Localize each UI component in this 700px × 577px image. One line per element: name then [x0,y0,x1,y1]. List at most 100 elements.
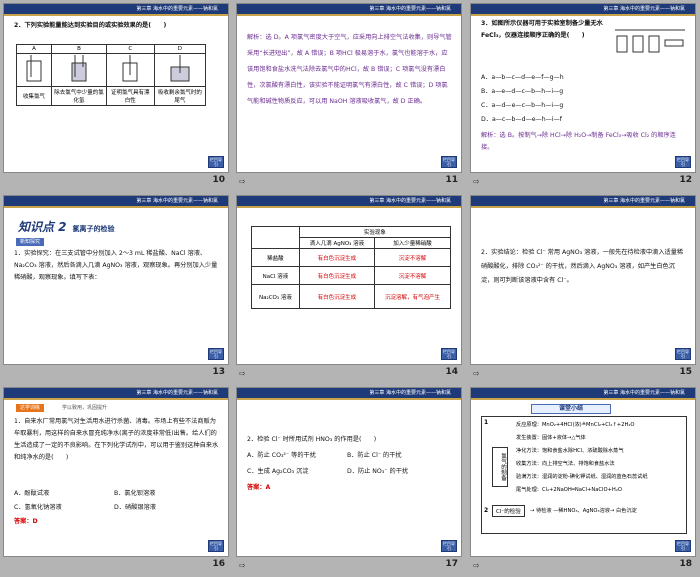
option-b: B．氯化钡溶液 [114,490,156,497]
summary-line: 反应原理：MnO₂+4HCl(浓)≜MnCl₂+Cl₂↑+2H₂O [516,422,635,428]
answer-text: 答案：A [247,484,271,491]
slide-12[interactable]: 第三章 海水中的重要元素——钠和氯 3．如图所示仪器可用于实验室制备少量无水 F… [467,0,700,192]
table-cell: 有白色沉淀生成 [298,284,376,309]
slide-header: 第三章 海水中的重要元素——钠和氯 [4,196,228,208]
answer-text: 解析：选 B。按制气→除 HCl→除 H₂O→制备 FeCl₃→吸收 Cl₂ 的… [481,132,676,151]
slide-content: 第三章 海水中的重要元素——钠和氯 2．检验 Cl⁻ 时所用试剂 HNO₃ 的作… [236,387,462,557]
section-tag: 达学训练 [16,404,45,412]
slide-number: 13 [212,367,225,377]
summary-box: 1 氯气的制备 反应原理：MnO₂+4HCl(浓)≜MnCl₂+Cl₂↑+2H₂… [481,416,687,534]
slide-17[interactable]: 第三章 海水中的重要元素——钠和氯 2．检验 Cl⁻ 时所用试剂 HNO₃ 的作… [233,384,466,576]
row-label: NaCl 溶液 [251,266,300,285]
nav-button[interactable]: 栏目导引 [208,156,224,168]
table-subheader: 加入少量稀硝酸 [374,237,451,249]
slide-grid: 第三章 海水中的重要元素——钠和氯 2．下列实验能量能达到实验目的或实验效果的是… [0,0,700,577]
link-icon[interactable]: ⇨ [473,561,480,570]
apparatus-label: 吸收剩余氯气时的尾气 [153,86,207,106]
slide-11[interactable]: 第三章 海水中的重要元素——钠和氯 解析：选 D。A 项氯气密度大于空气，应采用… [233,0,466,192]
nav-button[interactable]: 栏目导引 [441,540,457,552]
apparatus-label: 除去氯气中少量的氯化氢 [51,86,107,106]
answer-text: 答案：D [14,518,38,525]
nav-button[interactable]: 栏目导引 [208,540,224,552]
nav-button[interactable]: 栏目导引 [675,348,691,360]
link-icon[interactable]: ⇨ [239,561,246,570]
row-label: Na₂CO₃ 溶液 [251,284,300,309]
slide-13[interactable]: 第三章 海水中的重要元素——钠和氯 知识点 2 氯离子的检验 新知探究 1．实验探… [0,192,233,384]
slide-14[interactable]: 第三章 海水中的重要元素——钠和氯 实验现象 滴入几滴 AgNO₃ 溶液 加入少量… [233,192,466,384]
summary-line: 收集方法：向上排空气法、排饱和食盐水法 [516,461,615,467]
item-number: 2 [484,507,489,514]
option-d: D．防止 NO₃⁻ 的干扰 [347,468,409,475]
option-d: D．a—c—b—d—e—h—i—f [481,116,562,123]
nav-button[interactable]: 栏目导引 [441,156,457,168]
apparatus-image [16,53,52,87]
apparatus-diagram [615,29,685,53]
nav-button[interactable]: 栏目导引 [208,348,224,360]
option-c: C．a—d—e—c—b—h—i—g [481,102,564,109]
col-label: C [105,44,155,54]
chloride-test-detail: → 待检液 —稀HNO₃、AgNO₃溶液→ 白色沉淀 [530,508,637,514]
slide-18[interactable]: 第三章 海水中的重要元素——钠和氯 课堂小结 1 氯气的制备 反应原理：MnO₂… [467,384,700,576]
slide-footer: ⇨ 12 [467,175,700,189]
question-text: 1．自来水厂常用氯气对生活用水进行杀菌、消毒。市场上有些不法商贩为牟取暴利，用这… [14,418,219,461]
slide-header: 第三章 海水中的重要元素——钠和氯 [237,4,461,16]
summary-line: 净化方法：饱和食盐水除HCl、浓硫酸除水蒸气 [516,448,624,454]
slide-footer: ⇨ 11 [233,175,466,189]
prep-lines: 反应原理：MnO₂+4HCl(浓)≜MnCl₂+Cl₂↑+2H₂O 发生装置：固… [516,419,648,497]
body-text: 2．实验结论：检验 Cl⁻ 常用 AgNO₃ 溶液，一般先在待检液中滴入适量稀硝… [481,249,684,284]
summary-title: 课堂小结 [531,404,611,414]
link-icon[interactable]: ⇨ [473,369,480,378]
section-tag: 新知探究 [16,238,45,246]
slide-content: 第三章 海水中的重要元素——钠和氯 2．实验结论：检验 Cl⁻ 常用 AgNO₃… [470,195,696,365]
slide-content: 第三章 海水中的重要元素——钠和氯 3．如图所示仪器可用于实验室制备少量无水 F… [470,3,696,173]
slide-10[interactable]: 第三章 海水中的重要元素——钠和氯 2．下列实验能量能达到实验目的或实验效果的是… [0,0,233,192]
option-c: C．生成 Ag₂CO₃ 沉淀 [247,468,309,475]
slide-footer: 10 [0,175,233,189]
knowledge-point-title: 知识点 2 氯离子的检验 [18,220,115,234]
slide-number: 15 [679,367,692,377]
slide-footer: 16 [0,559,233,573]
apparatus-image [105,53,155,87]
table-header: 实验现象 [298,226,452,238]
question-text: 3．如图所示仪器可用于实验室制备少量无水 FeCl₃，仪器连接顺序正确的是( ) [481,20,603,39]
nav-button[interactable]: 栏目导引 [675,156,691,168]
table-cell: 有白色沉淀生成 [298,266,376,285]
slide-footer: ⇨ 18 [467,559,700,573]
slide-header: 第三章 海水中的重要元素——钠和氯 [471,4,695,16]
slide-number: 17 [445,559,458,569]
summary-line: 验满方法：湿润的淀粉-碘化钾试纸、湿润的蓝色石蕊试纸 [516,474,648,480]
slide-number: 12 [679,175,692,185]
nav-button[interactable]: 栏目导引 [675,540,691,552]
slide-number: 14 [445,367,458,377]
table-subheader: 滴入几滴 AgNO₃ 溶液 [298,237,376,249]
option-b: B．防止 Cl⁻ 的干扰 [347,452,402,459]
slide-number: 18 [679,559,692,569]
explanation-text: 解析：选 D。A 项氯气密度大于空气，应采用向上排空气法收集，则导气管采用“长进… [247,34,452,105]
section-subtitle: 学以致用，巩固提升 [62,405,108,411]
table-cell: 有白色沉淀生成 [298,248,376,267]
slide-content: 第三章 海水中的重要元素——钠和氯 解析：选 D。A 项氯气密度大于空气，应采用… [236,3,462,173]
link-icon[interactable]: ⇨ [239,369,246,378]
option-d: D．硝酸银溶液 [114,504,156,511]
slide-content: 第三章 海水中的重要元素——钠和氯 达学训练 学以致用，巩固提升 1．自来水厂常… [3,387,229,557]
slide-header: 第三章 海水中的重要元素——钠和氯 [4,4,228,16]
question-text: 2．下列实验能量能达到实验目的或实验效果的是( ) [14,22,167,29]
apparatus-label: 证明氯气具有漂白性 [105,86,155,106]
nav-button[interactable]: 栏目导引 [441,348,457,360]
slide-header: 第三章 海水中的重要元素——钠和氯 [471,388,695,400]
prep-label: 氯气的制备 [492,447,508,487]
slide-content: 第三章 海水中的重要元素——钠和氯 实验现象 滴入几滴 AgNO₃ 溶液 加入少量… [236,195,462,365]
slide-header: 第三章 海水中的重要元素——钠和氯 [4,388,228,400]
apparatus-label: 收集氯气 [16,86,52,106]
slide-15[interactable]: 第三章 海水中的重要元素——钠和氯 2．实验结论：检验 Cl⁻ 常用 AgNO₃… [467,192,700,384]
item-number: 1 [484,419,489,426]
table-cell: 沉淀不溶解 [374,248,451,267]
question-text: 2．检验 Cl⁻ 时所用试剂 HNO₃ 的作用是( ) [247,436,377,443]
apparatus-image [51,53,107,87]
table-cell: 沉淀溶解，有气泡产生 [374,284,451,309]
link-icon[interactable]: ⇨ [473,177,480,186]
slide-16[interactable]: 第三章 海水中的重要元素——钠和氯 达学训练 学以致用，巩固提升 1．自来水厂常… [0,384,233,576]
slide-footer: ⇨ 14 [233,367,466,381]
row-label: 稀盐酸 [251,248,300,267]
link-icon[interactable]: ⇨ [239,177,246,186]
